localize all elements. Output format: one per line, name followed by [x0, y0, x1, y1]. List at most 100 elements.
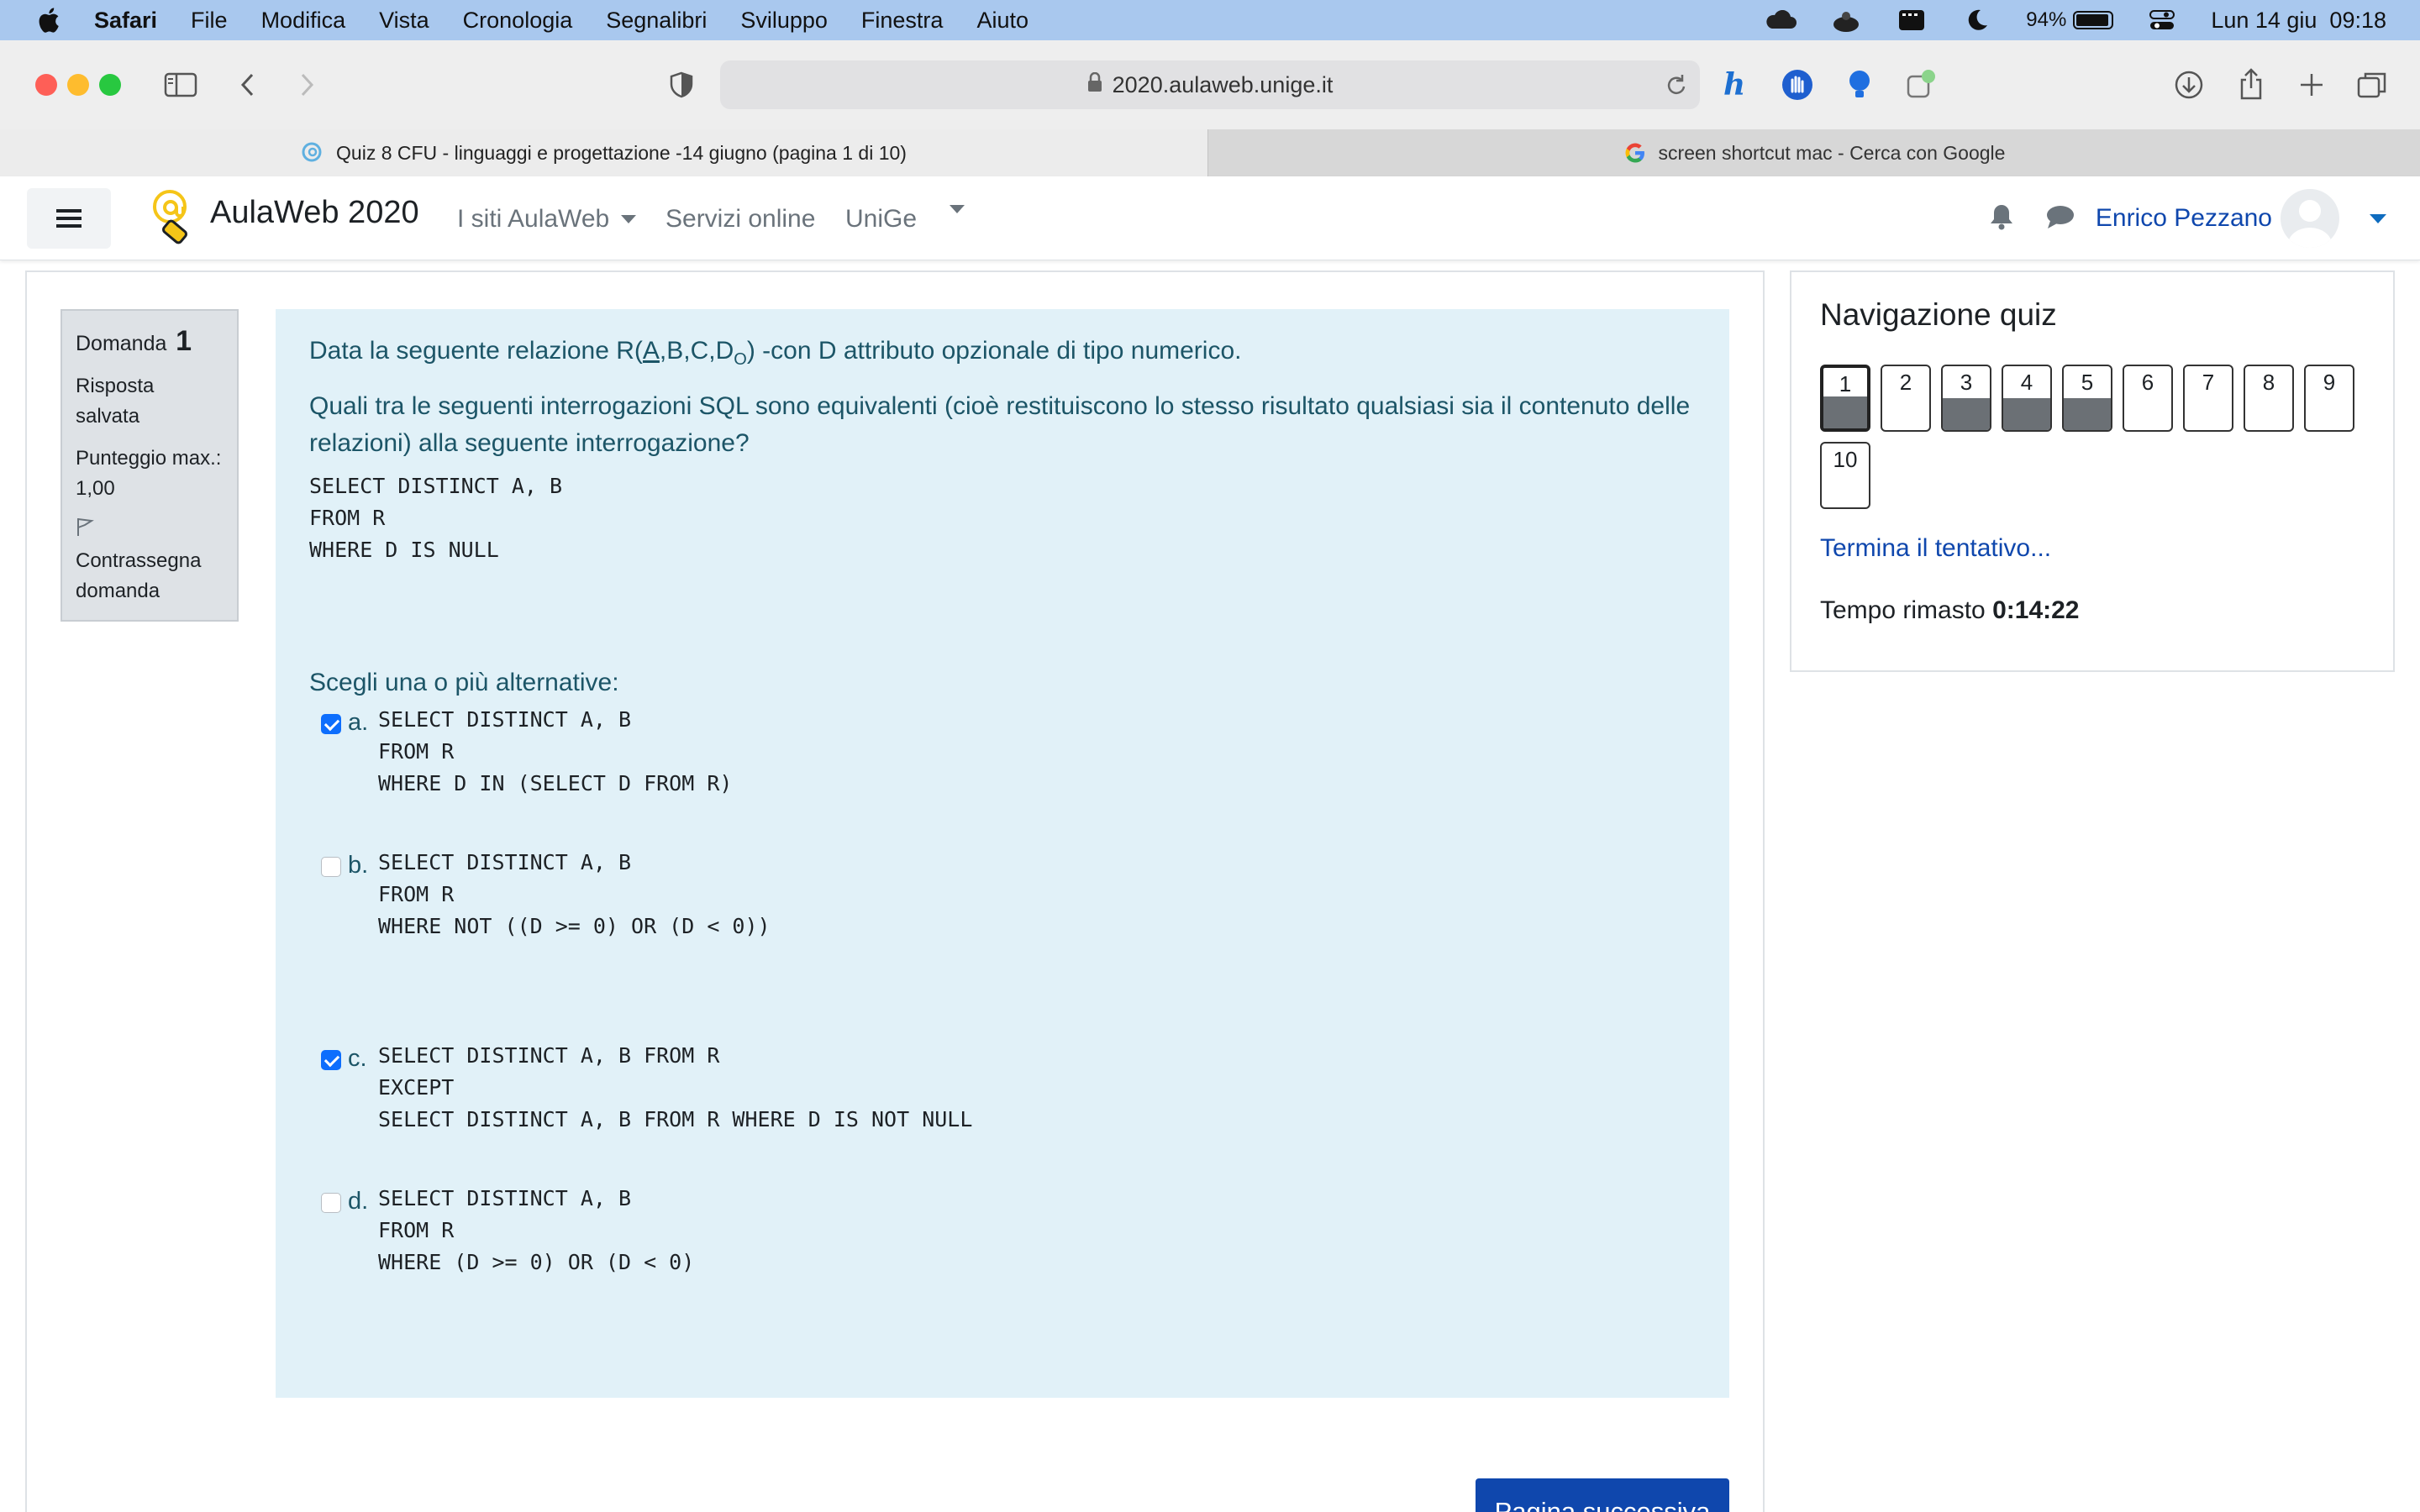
macos-menubar: Safari File Modifica Vista Cronologia Se… [0, 0, 2420, 40]
hamburger-menu-button[interactable] [27, 188, 111, 249]
quiz-nav-button-1[interactable]: 1 [1820, 365, 1870, 432]
user-name[interactable]: Enrico Pezzano [2096, 204, 2272, 233]
icloud-icon[interactable] [1764, 8, 1797, 33]
do-not-disturb-moon-icon[interactable] [1960, 8, 1994, 33]
menu-finestra[interactable]: Finestra [861, 8, 944, 34]
question-number: 1 [176, 325, 192, 357]
answer-option-d[interactable]: d. SELECT DISTINCT A, B FROM R WHERE (D … [321, 1183, 694, 1278]
nav-more-dropdown[interactable] [938, 205, 965, 213]
notifications-bell-icon[interactable] [1988, 202, 2015, 235]
google-favicon-icon [1623, 141, 1647, 165]
user-area: Enrico Pezzano [1988, 189, 2386, 248]
quiz-nav-button-10[interactable]: 10 [1820, 442, 1870, 509]
question-sql: SELECT DISTINCT A, B FROM R WHERE D IS N… [309, 474, 563, 562]
battery-percent: 94% [2026, 8, 2067, 31]
aulaweb-logo-icon[interactable] [150, 188, 193, 247]
menubar-datetime[interactable]: Lun 14 giu 09:18 [2211, 8, 2386, 34]
apple-logo-icon[interactable] [35, 6, 60, 34]
url-text: 2020.aulaweb.unige.it [1112, 71, 1334, 97]
new-tab-plus-icon[interactable] [2291, 64, 2333, 106]
site-brand[interactable]: AulaWeb 2020 [210, 195, 419, 231]
menu-file[interactable]: File [191, 8, 228, 34]
flag-question-toggle[interactable]: Contrassegna domanda [76, 516, 224, 606]
question-info: Domanda 1 Risposta salvata Punteggio max… [60, 309, 239, 622]
nav-siti-aulaweb[interactable]: I siti AulaWeb [457, 205, 637, 234]
answer-c-letter: c. [348, 1045, 367, 1072]
quiz-nav-button-7[interactable]: 7 [2183, 365, 2233, 432]
question-region: Domanda 1 Risposta salvata Punteggio max… [25, 270, 1765, 1512]
tab-quiz-title: Quiz 8 CFU - linguaggi e progettazione -… [336, 141, 907, 164]
sidebar-toggle-icon[interactable] [160, 64, 202, 106]
next-page-button[interactable]: Pagina successiva [1476, 1478, 1729, 1512]
menu-aiuto[interactable]: Aiuto [976, 8, 1028, 34]
stop-hand-extension-icon[interactable] [1776, 64, 1818, 106]
answer-c-sql: SELECT DISTINCT A, B FROM R EXCEPT SELEC… [378, 1043, 973, 1131]
time-remaining: Tempo rimasto 0:14:22 [1820, 596, 2079, 625]
question-text: Data la seguente relazione R(A,B,C,DO) -… [309, 337, 1242, 369]
screen-shortcut-icon[interactable] [1895, 8, 1928, 33]
control-center-icon[interactable] [2145, 8, 2179, 33]
forward-chevron-icon[interactable] [286, 64, 328, 106]
lightbulb-extension-icon[interactable] [1839, 64, 1881, 106]
finish-attempt-link[interactable]: Termina il tentativo... [1820, 534, 2051, 563]
menu-app-name[interactable]: Safari [94, 8, 157, 34]
aulaweb-favicon-icon [301, 141, 324, 165]
menu-cronologia[interactable]: Cronologia [463, 8, 573, 34]
status-app-icon[interactable] [1829, 8, 1863, 33]
nav-siti-aulaweb-label: I siti AulaWeb [457, 205, 610, 233]
reload-icon[interactable] [1665, 72, 1688, 103]
extension-badge-icon[interactable] [1899, 64, 1941, 106]
user-menu-chevron-down-icon[interactable] [2370, 213, 2386, 223]
nav-unige[interactable]: UniGe [845, 205, 917, 234]
answer-c-checkbox[interactable] [321, 1050, 341, 1070]
messages-chat-icon[interactable] [2045, 204, 2075, 234]
hamburger-icon [56, 209, 82, 228]
answer-d-checkbox[interactable] [321, 1193, 341, 1213]
quiz-nav-button-8[interactable]: 8 [2244, 365, 2294, 432]
site-navbar: AulaWeb 2020 I siti AulaWeb Servizi onli… [0, 176, 2420, 260]
tab-overview-icon[interactable] [2351, 64, 2393, 106]
battery-status[interactable]: 94% [2026, 8, 2114, 32]
close-window-button[interactable] [35, 74, 57, 96]
answer-a-checkbox[interactable] [321, 714, 341, 734]
quiz-nav-button-4[interactable]: 4 [2002, 365, 2052, 432]
quiz-nav-button-9[interactable]: 9 [2304, 365, 2354, 432]
answer-b-checkbox[interactable] [321, 857, 341, 877]
quiz-nav-button-2[interactable]: 2 [1881, 365, 1931, 432]
answer-option-a[interactable]: a. SELECT DISTINCT A, B FROM R WHERE D I… [321, 704, 732, 800]
question-text-2: Quali tra le seguenti interrogazioni SQL… [309, 392, 1691, 457]
tab-google-title: screen shortcut mac - Cerca con Google [1658, 141, 2006, 164]
address-bar[interactable]: 2020.aulaweb.unige.it [720, 60, 1700, 109]
answer-option-c[interactable]: c. SELECT DISTINCT A, B FROM R EXCEPT SE… [321, 1040, 972, 1136]
answer-a-sql: SELECT DISTINCT A, B FROM R WHERE D IN (… [378, 707, 733, 795]
tab-quiz[interactable]: Quiz 8 CFU - linguaggi e progettazione -… [0, 129, 1208, 176]
time-remaining-value: 0:14:22 [1992, 596, 2080, 624]
answer-d-letter: d. [348, 1188, 369, 1215]
quiz-nav-button-6[interactable]: 6 [2123, 365, 2173, 432]
flag-question-label: Contrassegna domanda [76, 549, 202, 602]
primary-key-attribute: A [642, 337, 660, 365]
answer-b-sql: SELECT DISTINCT A, B FROM R WHERE NOT ((… [378, 850, 771, 938]
menu-sviluppo[interactable]: Sviluppo [740, 8, 828, 34]
flag-icon [77, 518, 94, 536]
privacy-shield-icon[interactable] [660, 64, 702, 106]
nav-servizi-online[interactable]: Servizi online [666, 205, 815, 234]
answer-option-b[interactable]: b. SELECT DISTINCT A, B FROM R WHERE NOT… [321, 847, 771, 942]
menu-segnalibri[interactable]: Segnalibri [606, 8, 707, 34]
question-max-score: Punteggio max.: 1,00 [76, 447, 222, 500]
share-icon[interactable] [2230, 64, 2272, 106]
menu-vista[interactable]: Vista [379, 8, 429, 34]
quiz-navigation-block: Navigazione quiz 1 2 3 4 5 6 7 8 9 10 Te… [1790, 270, 2395, 672]
minimize-window-button[interactable] [67, 74, 89, 96]
avatar[interactable] [2281, 189, 2339, 248]
question-label: Domanda [76, 332, 167, 355]
menu-modifica[interactable]: Modifica [261, 8, 346, 34]
quiz-nav-button-3[interactable]: 3 [1941, 365, 1991, 432]
tab-google-search[interactable]: screen shortcut mac - Cerca con Google [1208, 129, 2420, 176]
quiz-nav-button-5[interactable]: 5 [2062, 365, 2112, 432]
back-chevron-icon[interactable] [227, 64, 269, 106]
downloads-icon[interactable] [2168, 64, 2210, 106]
time-remaining-label: Tempo rimasto [1820, 596, 1986, 624]
zoom-window-button[interactable] [99, 74, 121, 96]
hypothesis-extension-icon[interactable]: h [1714, 64, 1756, 106]
